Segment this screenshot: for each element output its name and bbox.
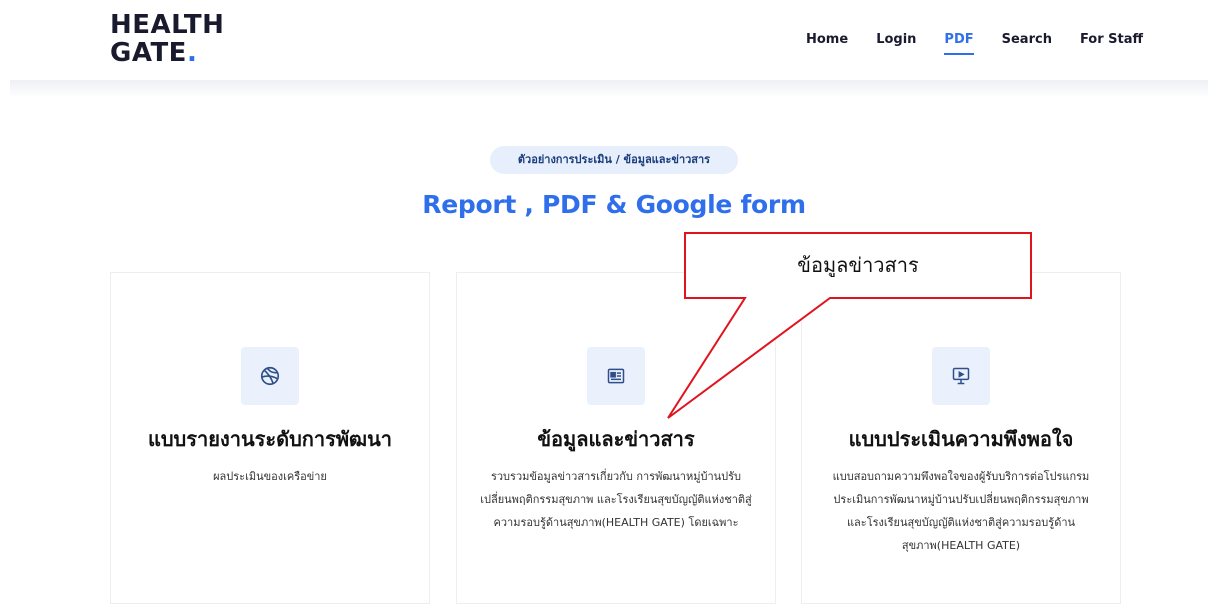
callout-label: ข้อมูลข่าวสาร: [797, 253, 919, 277]
